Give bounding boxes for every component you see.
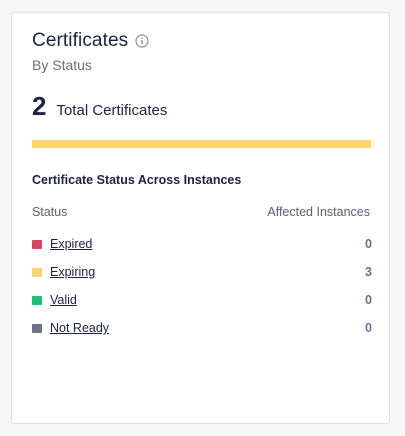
total-summary: 2 Total Certificates [32, 91, 167, 122]
status-swatch-not-ready [32, 323, 42, 333]
status-swatch-expiring [32, 267, 42, 277]
status-list: Expired 0 Expiring 3 Valid 0 Not Ready 0 [32, 230, 372, 342]
status-count-valid: 0 [365, 293, 372, 307]
card-subtitle: By Status [32, 57, 92, 73]
status-progress-bar [32, 140, 371, 148]
info-circle-icon[interactable] [135, 34, 149, 48]
status-swatch-expired [32, 239, 42, 249]
card-header: Certificates [32, 30, 149, 52]
progress-fill-expiring [32, 140, 371, 148]
section-heading: Certificate Status Across Instances [32, 173, 242, 187]
status-row-expiring: Expiring 3 [32, 258, 372, 286]
status-row-expired: Expired 0 [32, 230, 372, 258]
column-header-affected-instances: Affected Instances [267, 205, 370, 219]
certificates-card: Certificates By Status 2 Total Certifica… [11, 12, 390, 424]
status-row-not-ready: Not Ready 0 [32, 314, 372, 342]
status-count-not-ready: 0 [365, 321, 372, 335]
status-count-expired: 0 [365, 237, 372, 251]
status-link-valid[interactable]: Valid [50, 293, 77, 307]
card-title: Certificates [32, 30, 129, 51]
column-header-status: Status [32, 205, 68, 219]
status-swatch-valid [32, 295, 42, 305]
status-count-expiring: 3 [365, 265, 372, 279]
status-link-not-ready[interactable]: Not Ready [50, 321, 109, 335]
status-link-expiring[interactable]: Expiring [50, 265, 95, 279]
total-count: 2 [32, 91, 47, 121]
table-header: Status Affected Instances [32, 205, 370, 219]
status-row-valid: Valid 0 [32, 286, 372, 314]
total-label: Total Certificates [56, 102, 168, 119]
status-link-expired[interactable]: Expired [50, 237, 92, 251]
